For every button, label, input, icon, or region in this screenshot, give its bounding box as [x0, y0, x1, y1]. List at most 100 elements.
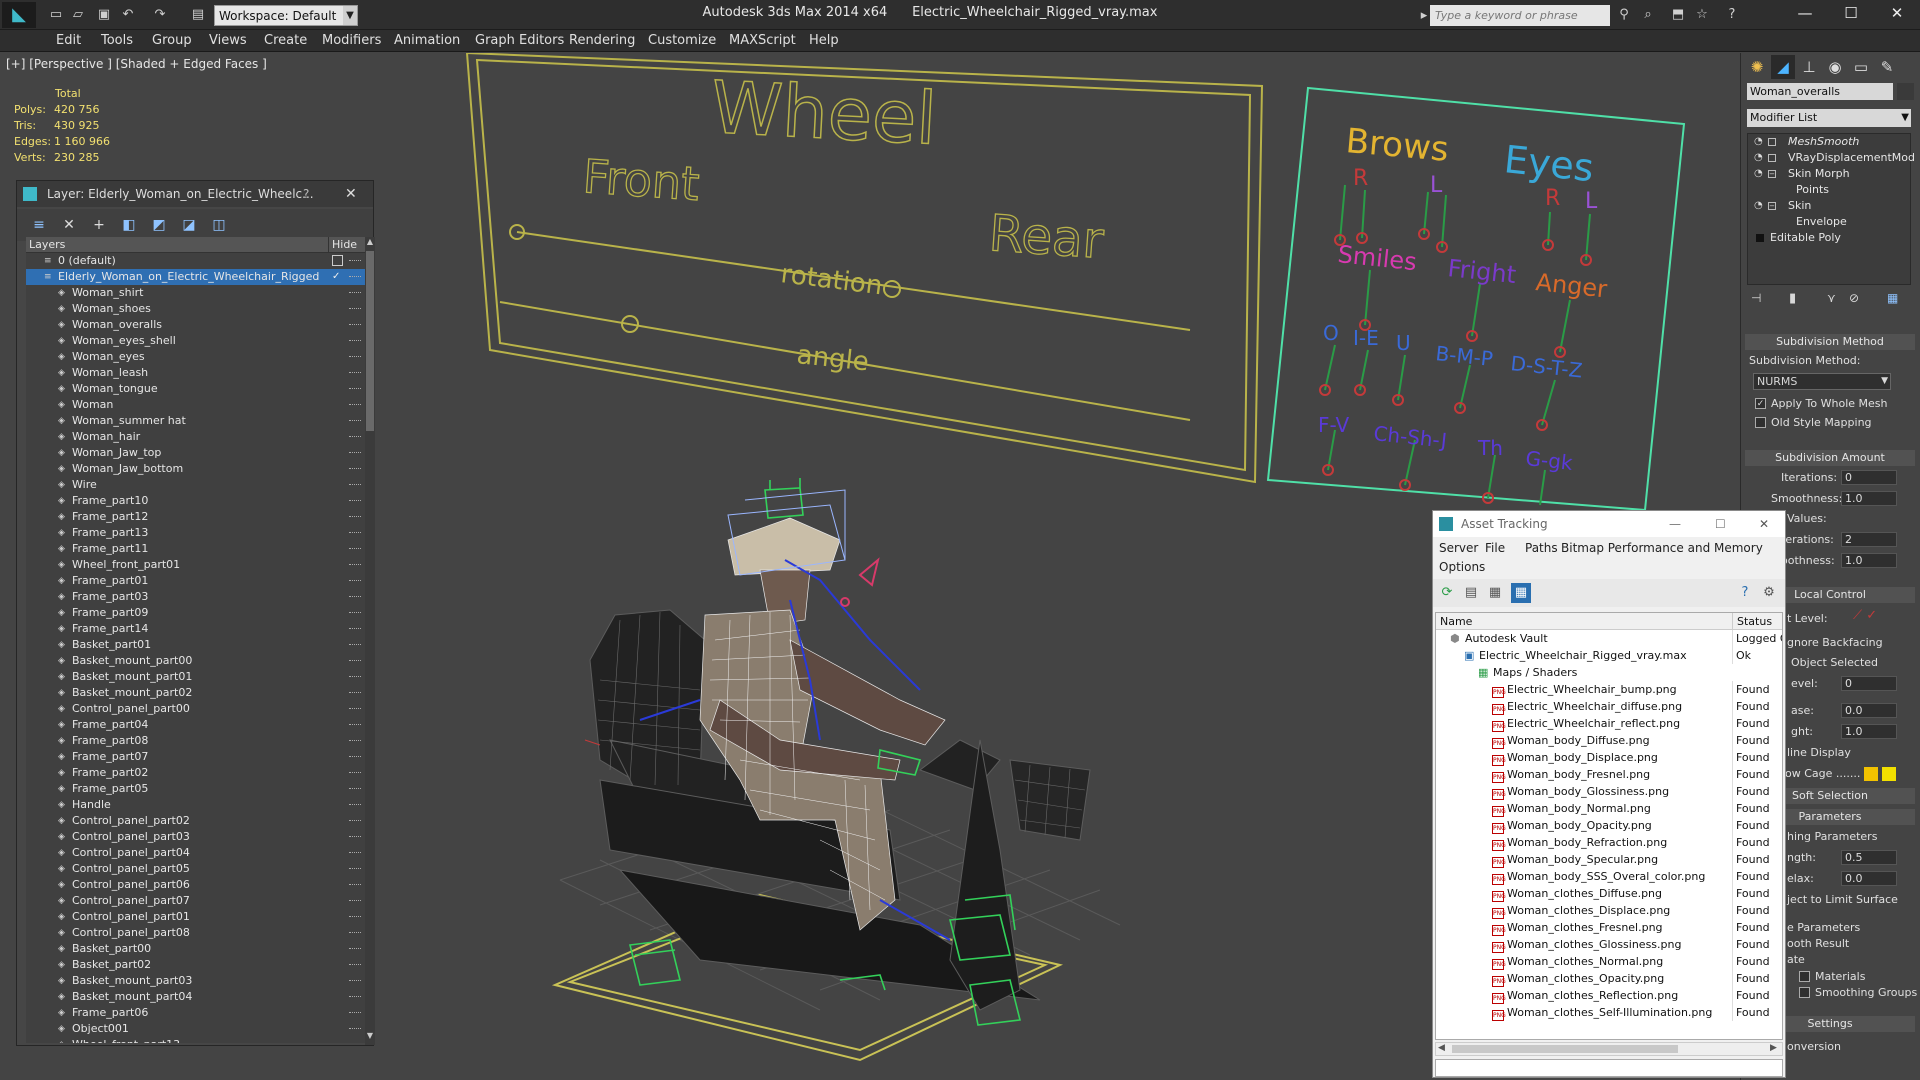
list-view-icon[interactable]: ▤: [1461, 583, 1481, 603]
layer-object-row[interactable]: ◈ Basket_part01: [26, 637, 366, 653]
hide-toggle[interactable]: [349, 484, 361, 486]
pin-stack-icon[interactable]: ⊣: [1751, 291, 1761, 305]
layer-close-button[interactable]: ✕: [345, 181, 357, 207]
hide-toggle[interactable]: [349, 884, 361, 886]
scroll-thumb[interactable]: [366, 251, 374, 431]
modifier-stack-item[interactable]: Editable Poly: [1748, 230, 1910, 246]
modifier-stack[interactable]: ◔ MeshSmooth ◔ VRayDisplacementMod ◔ − Skin Mo…: [1747, 133, 1915, 285]
weight-spinner[interactable]: 1.0: [1841, 724, 1897, 739]
utilities-tab-icon[interactable]: ✎: [1875, 55, 1899, 79]
layer-object-row[interactable]: ◈ Frame_part07: [26, 749, 366, 765]
object-color-swatch[interactable]: [1897, 83, 1914, 100]
asset-row[interactable]: PNGWoman_body_Normal.png Found: [1436, 800, 1782, 817]
layer-object-row[interactable]: ◈ Woman_eyes: [26, 349, 366, 365]
edge-vertex-icons[interactable]: ⟋ ✓: [1853, 608, 1877, 623]
relax-spinner[interactable]: 0.0: [1841, 871, 1897, 886]
hide-toggle[interactable]: [349, 948, 361, 950]
asset-row[interactable]: ⬢ Autodesk Vault Logged O: [1436, 630, 1782, 647]
hide-layers-icon[interactable]: ◪: [179, 215, 199, 235]
new-file-icon[interactable]: ▭: [48, 7, 64, 23]
layer-object-row[interactable]: ◈ Frame_part02: [26, 765, 366, 781]
menu-animation[interactable]: Animation: [391, 30, 463, 52]
asset-row[interactable]: PNGWoman_clothes_Fresnel.png Found: [1436, 919, 1782, 936]
project-folder-icon[interactable]: ▤: [190, 7, 206, 23]
at-minimize-button[interactable]: —: [1669, 511, 1681, 537]
layer-object-row[interactable]: ◈ Woman_eyes_shell: [26, 333, 366, 349]
modifier-stack-item[interactable]: ◔ MeshSmooth: [1748, 134, 1910, 150]
redo-icon[interactable]: ↷: [152, 7, 168, 23]
layer-object-row[interactable]: ◈ Frame_part12: [26, 509, 366, 525]
layer-object-row[interactable]: ◈ Control_panel_part03: [26, 829, 366, 845]
asset-row[interactable]: PNGWoman_body_Opacity.png Found: [1436, 817, 1782, 834]
create-layer-icon[interactable]: ≡: [29, 215, 49, 235]
layer-object-row[interactable]: ◈ Woman_Jaw_top: [26, 445, 366, 461]
hide-toggle[interactable]: [349, 468, 361, 470]
layer-row[interactable]: ≡ Elderly_Woman_on_Electric_Wheelchair_Ri…: [26, 269, 366, 285]
layer-object-row[interactable]: ◈ Control_panel_part00: [26, 701, 366, 717]
layer-object-row[interactable]: ◈ Woman_Jaw_bottom: [26, 461, 366, 477]
freeze-layers-icon[interactable]: ◫: [209, 215, 229, 235]
create-tab-icon[interactable]: ✺: [1745, 55, 1769, 79]
hide-toggle[interactable]: [349, 660, 361, 662]
asset-row[interactable]: PNGWoman_body_Glossiness.png Found: [1436, 783, 1782, 800]
asset-row[interactable]: PNGWoman_clothes_Reflection.png Found: [1436, 987, 1782, 1004]
cage-color-1-swatch[interactable]: [1864, 767, 1878, 781]
asset-row[interactable]: PNGWoman_clothes_Opacity.png Found: [1436, 970, 1782, 987]
layer-object-row[interactable]: ◈ Frame_part13: [26, 525, 366, 541]
subdiv-method-dropdown[interactable]: NURMS ▼: [1753, 373, 1891, 390]
binoculars-icon[interactable]: ⚲: [1616, 7, 1632, 23]
hide-toggle[interactable]: [349, 388, 361, 390]
hide-toggle[interactable]: [349, 868, 361, 870]
hide-toggle[interactable]: [349, 276, 361, 278]
layer-panel[interactable]: Layer: Elderly_Woman_on_Electric_Wheelc.…: [16, 180, 375, 1046]
layer-object-row[interactable]: ◈ Control_panel_part02: [26, 813, 366, 829]
search-input[interactable]: Type a keyword or phrase: [1430, 5, 1610, 26]
add-to-layer-icon[interactable]: +: [89, 215, 109, 235]
hide-toggle[interactable]: [349, 340, 361, 342]
asset-row[interactable]: PNGWoman_body_Fresnel.png Found: [1436, 766, 1782, 783]
menu-rendering[interactable]: Rendering: [566, 30, 638, 52]
layer-object-row[interactable]: ◈ Control_panel_part01: [26, 909, 366, 925]
menu-views[interactable]: Views: [206, 30, 250, 52]
hide-toggle[interactable]: [349, 964, 361, 966]
modifier-stack-item[interactable]: ◔ − Skin: [1748, 198, 1910, 214]
asset-row[interactable]: ▣ Electric_Wheelchair_Rigged_vray.max Ok: [1436, 647, 1782, 664]
layer-object-row[interactable]: ◈ Frame_part08: [26, 733, 366, 749]
layer-object-row[interactable]: ◈ Frame_part06: [26, 1005, 366, 1021]
hide-toggle[interactable]: [349, 404, 361, 406]
show-end-result-icon[interactable]: ▮: [1789, 291, 1796, 306]
apply-whole-mesh-checkbox[interactable]: ✓: [1755, 398, 1766, 409]
hide-toggle[interactable]: [349, 708, 361, 710]
asset-path-field[interactable]: [1435, 1059, 1783, 1077]
hide-toggle[interactable]: [349, 548, 361, 550]
layer-object-row[interactable]: ◈ Wire: [26, 477, 366, 493]
layer-object-row[interactable]: ◈ Handle: [26, 797, 366, 813]
hide-toggle[interactable]: [349, 644, 361, 646]
scroll-up-icon[interactable]: ▲: [365, 237, 375, 249]
modifier-toggle-icon[interactable]: ◔: [1754, 198, 1763, 214]
modifier-box-icon[interactable]: [1768, 138, 1776, 146]
rollout-subdivision-method[interactable]: Subdivision Method: [1745, 334, 1915, 350]
motion-tab-icon[interactable]: ◉: [1823, 55, 1847, 79]
at-menu-bitmap-performance[interactable]: Bitmap Performance and Memory: [1561, 541, 1763, 555]
asset-row[interactable]: PNGWoman_body_Specular.png Found: [1436, 851, 1782, 868]
object-name-field[interactable]: Woman_overalls: [1747, 83, 1893, 100]
hide-toggle[interactable]: [349, 772, 361, 774]
control-level-spinner[interactable]: 0: [1841, 676, 1897, 691]
hide-toggle[interactable]: [349, 852, 361, 854]
layer-object-row[interactable]: ◈ Control_panel_part06: [26, 877, 366, 893]
asset-row[interactable]: PNGWoman_body_Displace.png Found: [1436, 749, 1782, 766]
search-icon[interactable]: ⌕: [1640, 7, 1656, 23]
layer-object-row[interactable]: ◈ Basket_mount_part02: [26, 685, 366, 701]
hide-toggle[interactable]: [349, 612, 361, 614]
layer-object-row[interactable]: ◈ Control_panel_part04: [26, 845, 366, 861]
asset-row[interactable]: PNGWoman_body_Refraction.png Found: [1436, 834, 1782, 851]
layer-object-row[interactable]: ◈ Basket_mount_part00: [26, 653, 366, 669]
menu-edit[interactable]: Edit: [53, 30, 84, 52]
layer-object-row[interactable]: ◈ Object001: [26, 1021, 366, 1037]
modifier-box-icon[interactable]: [1768, 154, 1776, 162]
help-icon[interactable]: ?: [1724, 7, 1740, 23]
modify-tab-icon[interactable]: ◢: [1771, 55, 1795, 79]
table-view-icon[interactable]: ▦: [1511, 583, 1531, 603]
layer-vertical-scrollbar[interactable]: ▲ ▼: [365, 237, 375, 1045]
